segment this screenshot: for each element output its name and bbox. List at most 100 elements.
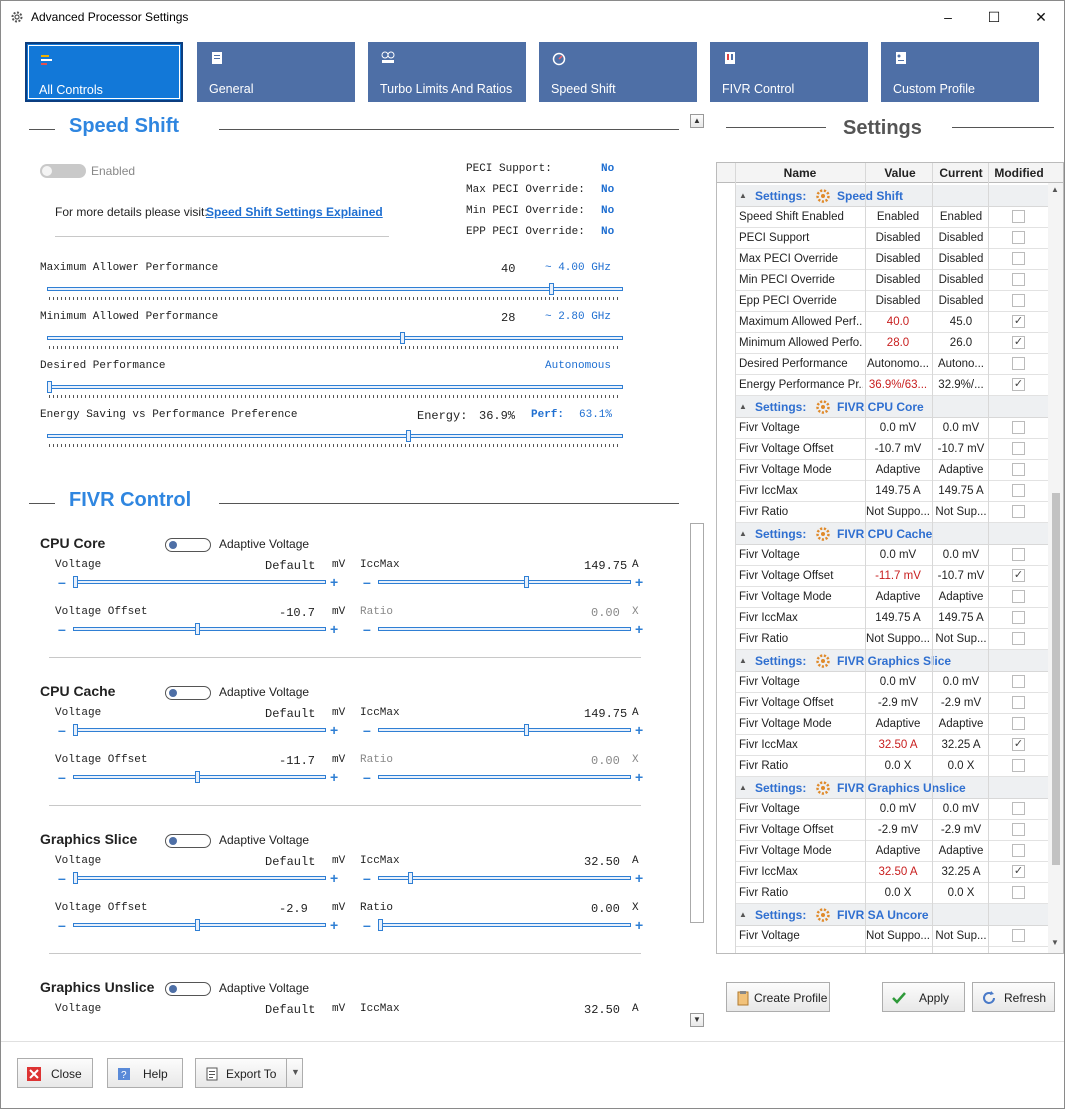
modified-checkbox[interactable] [1012,442,1025,455]
modified-checkbox[interactable] [1012,273,1025,286]
settings-row[interactable]: Fivr IccMax 32.50 A 32.25 A ✓ [735,735,1048,756]
scroll-thumb[interactable] [690,523,704,923]
decrement-button[interactable]: – [363,575,371,589]
scroll-down-button[interactable]: ▼ [690,1013,704,1027]
settings-row[interactable]: Fivr Voltage Mode Adaptive Adaptive [735,714,1048,735]
adaptive-voltage-toggle[interactable] [165,834,211,848]
modified-checkbox[interactable] [1012,675,1025,688]
settings-group-header[interactable]: ▲ Settings: FIVR CPU Core [735,396,1048,418]
tab-custom-profile[interactable]: Custom Profile [881,42,1039,102]
setting-value[interactable]: Autonomo... [866,358,930,370]
decrement-button[interactable]: – [58,770,66,784]
settings-row[interactable]: Fivr Voltage 0.0 mV 0.0 mV [735,545,1048,566]
modified-checkbox[interactable] [1012,505,1025,518]
decrement-button[interactable]: – [58,575,66,589]
modified-checkbox[interactable] [1012,717,1025,730]
maximize-button[interactable]: ☐ [971,1,1017,33]
grid-scrollbar[interactable]: ▲ ▼ [1048,183,1063,953]
settings-row[interactable]: Fivr Ratio Not Suppo... Not Sup... [735,629,1048,650]
modified-checkbox[interactable]: ✓ [1012,378,1025,391]
setting-value[interactable]: Adaptive [866,464,930,476]
setting-value[interactable]: -2.9 mV [866,697,930,709]
settings-row[interactable]: Fivr Ratio 0.0 X 0.0 X [735,883,1048,904]
close-window-button[interactable]: ✕ [1018,1,1064,33]
decrement-button[interactable]: – [58,871,66,885]
tab-speed-shift[interactable]: Speed Shift [539,42,697,102]
setting-value[interactable]: Not Suppo... [866,930,930,942]
modified-checkbox[interactable] [1012,294,1025,307]
modified-checkbox[interactable] [1012,590,1025,603]
desired-perf-slider[interactable] [47,381,623,393]
voltage-offset-slider[interactable] [73,623,326,635]
tab-general[interactable]: General [197,42,355,102]
settings-row[interactable]: Fivr Ratio Not Suppo... Not Sup... [735,502,1048,523]
setting-value[interactable]: 0.0 mV [866,549,930,561]
collapse-icon[interactable]: ▲ [739,910,747,919]
modified-checkbox[interactable] [1012,231,1025,244]
create-profile-button[interactable]: Create Profile [726,982,830,1012]
settings-row[interactable]: Desired Performance Autonomo... Autono..… [735,354,1048,375]
settings-row[interactable]: Fivr Voltage 0.0 mV 0.0 mV [735,799,1048,820]
dropdown-arrow-icon[interactable]: ▼ [291,1067,300,1077]
refresh-button[interactable]: Refresh [972,982,1055,1012]
ratio-slider[interactable] [378,624,631,634]
settings-row[interactable]: Energy Performance Pr... 36.9%/63... 32.… [735,375,1048,396]
modified-checkbox[interactable]: ✓ [1012,336,1025,349]
settings-row[interactable]: Fivr Voltage Offset -2.9 mV -2.9 mV [735,820,1048,841]
settings-group-header[interactable]: ▲ Settings: FIVR Graphics Slice [735,650,1048,672]
details-link[interactable]: Speed Shift Settings Explained [206,205,383,219]
increment-button[interactable]: + [330,918,338,932]
increment-button[interactable]: + [330,723,338,737]
decrement-button[interactable]: – [363,622,371,636]
export-button[interactable]: Export To ▼ [195,1058,303,1088]
increment-button[interactable]: + [330,575,338,589]
setting-value[interactable]: 40.0 [866,316,930,328]
apply-button[interactable]: Apply [882,982,965,1012]
settings-row[interactable]: Minimum Allowed Perfo... 28.0 26.0 ✓ [735,333,1048,354]
voltage-offset-slider[interactable] [73,919,326,931]
settings-row[interactable]: Maximum Allowed Perf... 40.0 45.0 ✓ [735,312,1048,333]
increment-button[interactable]: + [635,575,643,589]
setting-value[interactable]: 0.0 mV [866,422,930,434]
collapse-icon[interactable]: ▲ [739,656,747,665]
adaptive-voltage-toggle[interactable] [165,538,211,552]
min-perf-slider[interactable] [47,332,623,344]
collapse-icon[interactable]: ▲ [739,529,747,538]
setting-value[interactable]: Not Suppo... [866,633,930,645]
settings-row[interactable]: Fivr Voltage Not Suppo... Not Sup... [735,926,1048,947]
adaptive-voltage-toggle[interactable] [165,686,211,700]
settings-row[interactable]: Fivr Voltage Mode Adaptive Adaptive [735,460,1048,481]
voltage-offset-slider[interactable] [73,771,326,783]
settings-row[interactable]: Min PECI Override Disabled Disabled [735,270,1048,291]
settings-row[interactable]: Fivr Voltage Mode Adaptive Adaptive [735,587,1048,608]
ratio-slider[interactable] [378,772,631,782]
column-value[interactable]: Value [867,166,933,180]
scroll-up-button[interactable]: ▲ [1051,185,1059,194]
modified-checkbox[interactable] [1012,844,1025,857]
modified-checkbox[interactable]: ✓ [1012,569,1025,582]
setting-value[interactable]: -10.7 mV [866,443,930,455]
modified-checkbox[interactable] [1012,929,1025,942]
setting-value[interactable]: Disabled [866,274,930,286]
settings-row[interactable]: Fivr IccMax 149.75 A 149.75 A [735,481,1048,502]
modified-checkbox[interactable] [1012,421,1025,434]
modified-checkbox[interactable] [1012,696,1025,709]
settings-group-header[interactable]: ▲ Settings: Speed Shift [735,185,1048,207]
settings-group-header[interactable]: ▲ Settings: FIVR Graphics Unslice [735,777,1048,799]
decrement-button[interactable]: – [58,723,66,737]
adaptive-voltage-toggle[interactable] [165,982,211,996]
settings-row[interactable]: Speed Shift Enabled Enabled Enabled [735,207,1048,228]
settings-row[interactable]: Fivr IccMax 32.50 A 32.25 A ✓ [735,862,1048,883]
setting-value[interactable]: 149.75 A [866,485,930,497]
settings-row[interactable]: Fivr Voltage Offset -10.7 mV -10.7 mV [735,439,1048,460]
voltage-slider[interactable] [73,576,326,588]
tab-turbo-limits[interactable]: Turbo Limits And Ratios [368,42,526,102]
setting-value[interactable]: Adaptive [866,718,930,730]
decrement-button[interactable]: – [58,918,66,932]
settings-row[interactable]: Fivr Voltage 0.0 mV 0.0 mV [735,672,1048,693]
column-name[interactable]: Name [735,166,865,180]
setting-value[interactable]: 0.0 X [866,760,930,772]
iccmax-slider[interactable] [378,576,631,588]
settings-row[interactable]: PECI Support Disabled Disabled [735,228,1048,249]
settings-row[interactable]: Fivr Voltage Offset -11.7 mV -10.7 mV ✓ [735,566,1048,587]
